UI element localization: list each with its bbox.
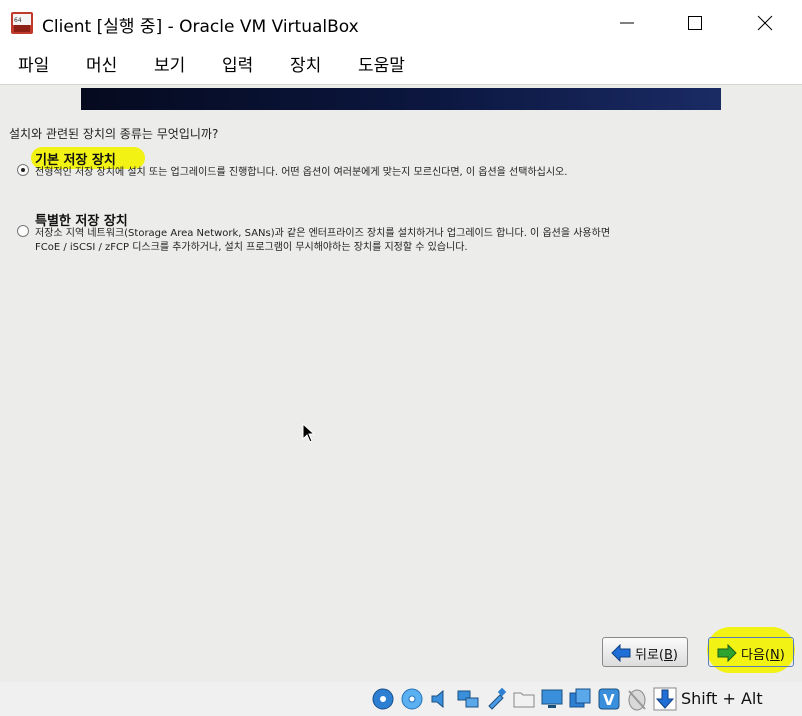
mouse-integration-icon[interactable]	[625, 687, 649, 711]
shared-folder-icon[interactable]	[512, 687, 536, 711]
host-key-arrow-icon[interactable]	[653, 687, 677, 711]
installer-banner	[81, 88, 721, 110]
maximize-button[interactable]	[672, 0, 718, 46]
svg-text:V: V	[603, 691, 615, 709]
menu-help[interactable]: 도움말	[358, 51, 405, 76]
next-button[interactable]: 다음(N)	[708, 637, 794, 667]
minimize-icon	[620, 22, 634, 24]
option-description: 전형적인 저장 장치에 설치 또는 업그레이드를 진행합니다. 어떤 옵션이 여…	[35, 167, 568, 178]
vm-display[interactable]: 설치와 관련된 장치의 종류는 무엇입니까? 기본 저장 장치 전형적인 저장 …	[0, 84, 802, 683]
radio-selected-dot	[21, 168, 25, 172]
storage-question: 설치와 관련된 장치의 종류는 무엇입니까?	[9, 127, 219, 141]
status-bar: V Shift + Alt	[0, 682, 802, 716]
optical-drive-icon[interactable]	[400, 687, 424, 711]
disk-icon[interactable]	[371, 687, 395, 711]
svg-text:64: 64	[14, 17, 22, 24]
arrow-right-icon	[717, 644, 737, 662]
option-description: 저장소 지역 네트워크(Storage Area Network, SANs)과…	[35, 228, 611, 253]
audio-icon[interactable]	[428, 687, 452, 711]
arrow-left-icon	[611, 644, 631, 662]
minimize-button[interactable]	[604, 0, 650, 46]
virtualization-icon[interactable]: V	[597, 687, 621, 711]
mouse-pointer-icon	[302, 423, 316, 443]
menu-view[interactable]: 보기	[154, 51, 185, 76]
host-key-label: Shift + Alt	[681, 689, 763, 708]
menu-file[interactable]: 파일	[18, 51, 49, 76]
back-button[interactable]: 뒤로(B)	[602, 637, 688, 667]
back-label: 뒤로(B)	[635, 648, 678, 663]
close-icon	[757, 15, 773, 31]
next-label: 다음(N)	[741, 648, 785, 663]
maximize-icon	[688, 16, 702, 30]
menu-machine[interactable]: 머신	[86, 51, 117, 76]
menu-devices[interactable]: 장치	[290, 51, 321, 76]
radio-basic-storage[interactable]	[17, 164, 29, 176]
menu-bar: 파일 머신 보기 입력 장치 도움말	[0, 46, 802, 84]
title-bar: 64 Client [실행 중] - Oracle VM VirtualBox	[0, 0, 802, 46]
close-button[interactable]	[742, 0, 788, 46]
display-icon[interactable]	[540, 687, 564, 711]
usb-icon[interactable]	[484, 687, 508, 711]
radio-specialized-storage[interactable]	[17, 225, 29, 237]
network-icon[interactable]	[456, 687, 480, 711]
menu-input[interactable]: 입력	[222, 51, 253, 76]
recording-icon[interactable]	[568, 687, 592, 711]
virtualbox-app-icon[interactable]: 64	[10, 11, 34, 35]
window-title: Client [실행 중] - Oracle VM VirtualBox	[42, 17, 359, 37]
